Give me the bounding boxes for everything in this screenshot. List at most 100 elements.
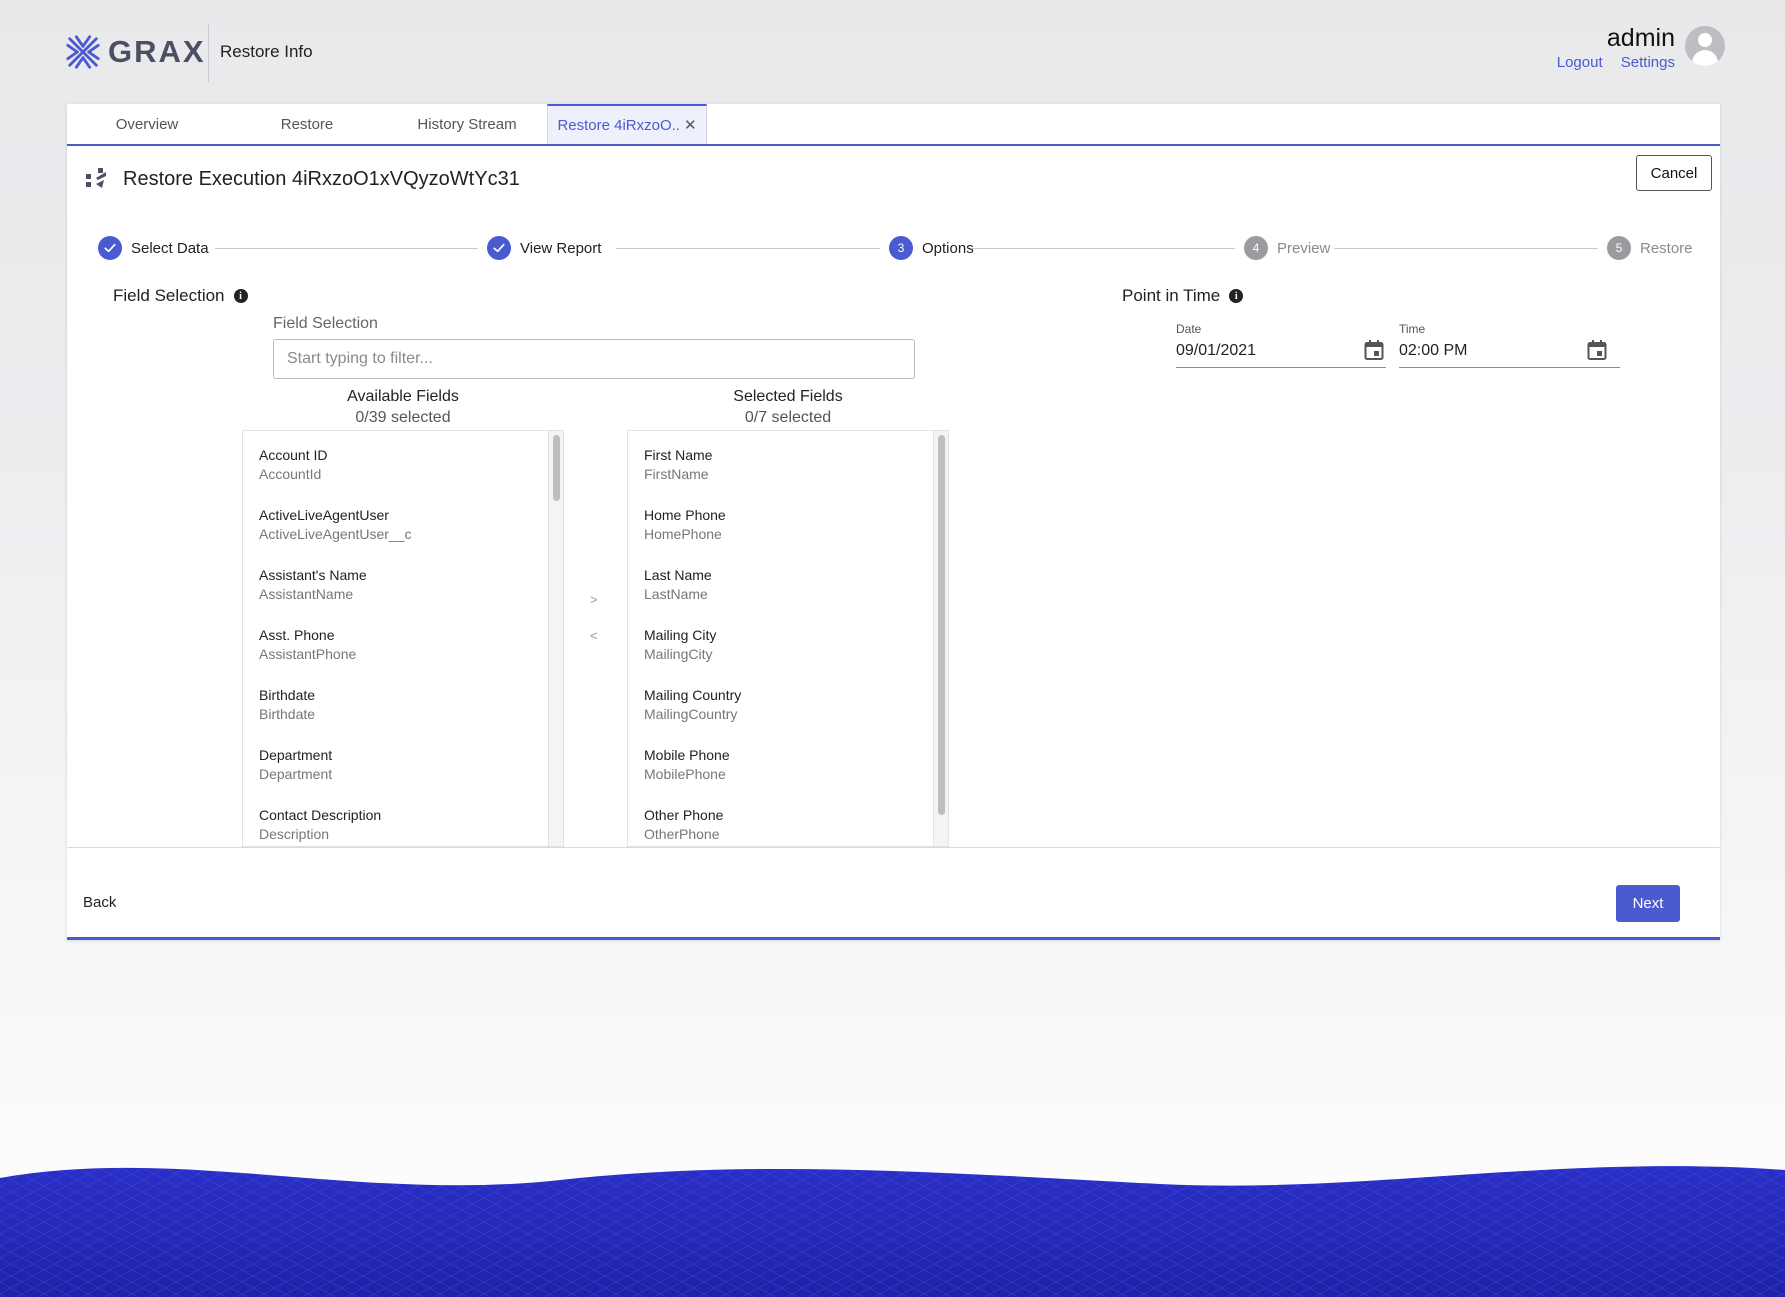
field-api-name: AssistantName [259,586,354,602]
field-label: Mailing City [644,627,717,643]
list-item[interactable]: First Name FirstName [628,431,948,491]
list-item[interactable]: Other Phone OtherPhone [628,791,948,846]
calendar-icon[interactable] [1587,339,1607,361]
field-api-name: MailingCountry [644,706,738,722]
check-icon [487,236,511,260]
list-item[interactable]: Contact Description Description [243,791,563,846]
list-item[interactable]: Mailing Country MailingCountry [628,671,948,731]
selected-list-scrollbar[interactable] [933,431,948,846]
tab-overview[interactable]: Overview [67,104,227,144]
back-button[interactable]: Back [83,894,116,911]
user-name: admin [1606,24,1675,52]
restore-card: Overview Restore History Stream Restore … [67,104,1720,847]
step-options[interactable]: 3 Options [889,235,974,261]
available-fields-count: 0/39 selected [355,409,451,426]
list-item[interactable]: Account ID AccountId [243,431,563,491]
field-api-name: Department [259,766,333,782]
list-item[interactable]: Mailing City MailingCity [628,611,948,671]
selected-fields-title: Selected Fields [733,388,843,405]
field-api-name: AssistantPhone [259,646,357,662]
step-label: Restore [1640,239,1693,257]
date-caption: Date [1176,322,1202,336]
field-label: Account ID [259,447,328,463]
available-fields-header: Available Fields 0/39 selected [242,386,564,428]
tab-restore[interactable]: Restore [227,104,387,144]
field-label: Mobile Phone [644,747,730,763]
point-in-time-title: Point in Time [1122,286,1221,305]
step-connector [215,248,478,249]
cancel-button[interactable]: Cancel [1636,155,1712,191]
field-filter-input[interactable] [273,339,915,379]
page-title: Restore Execution 4iRxzoO1xVQyzoWtYc31 [123,168,520,190]
list-item[interactable]: Birthdate Birthdate [243,671,563,731]
info-icon[interactable]: i [233,289,248,303]
time-field[interactable]: Time 02:00 PM [1399,322,1620,368]
list-item[interactable]: Mobile Phone MobilePhone [628,731,948,791]
avatar-body [1692,50,1718,66]
grax-logo-icon [66,35,100,69]
user-menu: admin Logout Settings [1543,24,1725,71]
scrollbar-thumb[interactable] [553,435,560,501]
field-label: Birthdate [259,687,316,703]
available-fields-list: Account ID AccountId ActiveLiveAgentUser A… [242,430,564,847]
info-icon[interactable]: i [1229,289,1244,303]
list-item[interactable]: Last Name LastName [628,551,948,611]
field-label: Assistant's Name [259,567,367,583]
check-icon [98,236,122,260]
date-field[interactable]: Date 09/01/2021 [1176,322,1386,368]
settings-link[interactable]: Settings [1621,54,1675,71]
step-label: Options [922,239,974,257]
step-restore[interactable]: 5 Restore [1607,235,1693,261]
move-left-button[interactable]: < [590,628,598,643]
move-right-button[interactable]: > [590,592,598,607]
step-connector [616,248,880,249]
point-in-time-heading: Point in Time i [1122,286,1244,306]
decorative-wave-background [0,1166,1785,1297]
available-fields-title: Available Fields [347,388,459,405]
field-api-name: FirstName [644,466,709,482]
list-item[interactable]: Home Phone HomePhone [628,491,948,551]
logout-link[interactable]: Logout [1557,54,1603,71]
list-item[interactable]: Asst. Phone AssistantPhone [243,611,563,671]
available-list-scrollbar[interactable] [548,431,563,846]
step-view-report[interactable]: View Report [487,235,601,261]
wizard-footer: Back Next [67,848,1720,940]
grax-logo[interactable]: GRAX [64,33,206,71]
time-underline [1399,367,1620,368]
tab-history-stream[interactable]: History Stream [387,104,547,144]
field-api-name: MailingCity [644,646,713,662]
tab-restore-execution[interactable]: Restore 4iRxzoO.. ✕ [547,104,707,144]
time-value: 02:00 PM [1399,342,1468,359]
step-label: View Report [520,239,602,257]
logo-text: GRAX [108,34,206,69]
scrollbar-thumb[interactable] [938,435,945,815]
field-label: Home Phone [644,507,726,523]
close-tab-icon[interactable]: ✕ [684,116,697,134]
tab-restore-execution-label: Restore 4iRxzoO.. [557,116,680,134]
app-title: Restore Info [220,42,313,61]
list-item[interactable]: Assistant's Name AssistantName [243,551,563,611]
avatar[interactable] [1685,26,1725,66]
step-number: 5 [1607,236,1631,260]
step-preview[interactable]: 4 Preview [1244,235,1330,261]
field-label: Contact Description [259,807,382,823]
field-api-name: Birthdate [259,706,316,722]
field-label: Mailing Country [644,687,742,703]
step-number: 4 [1244,236,1268,260]
calendar-icon[interactable] [1364,339,1384,361]
field-api-name: LastName [644,586,708,602]
restore-execution-icon [86,168,106,188]
header-divider [208,24,209,82]
next-button[interactable]: Next [1616,885,1680,922]
selected-fields-list: First Name FirstName Home Phone HomePhone … [627,430,949,847]
field-label: Last Name [644,567,712,583]
list-item[interactable]: Department Department [243,731,563,791]
selected-fields-header: Selected Fields 0/7 selected [627,386,949,428]
field-api-name: OtherPhone [644,826,720,842]
top-bar: GRAX Restore Info admin Logout Settings [0,0,1785,104]
field-selection-heading: Field Selection i [113,286,248,306]
step-select-data[interactable]: Select Data [98,235,209,261]
step-connector [971,248,1235,249]
field-label: First Name [644,447,713,463]
list-item[interactable]: ActiveLiveAgentUser ActiveLiveAgentUser__… [243,491,563,551]
